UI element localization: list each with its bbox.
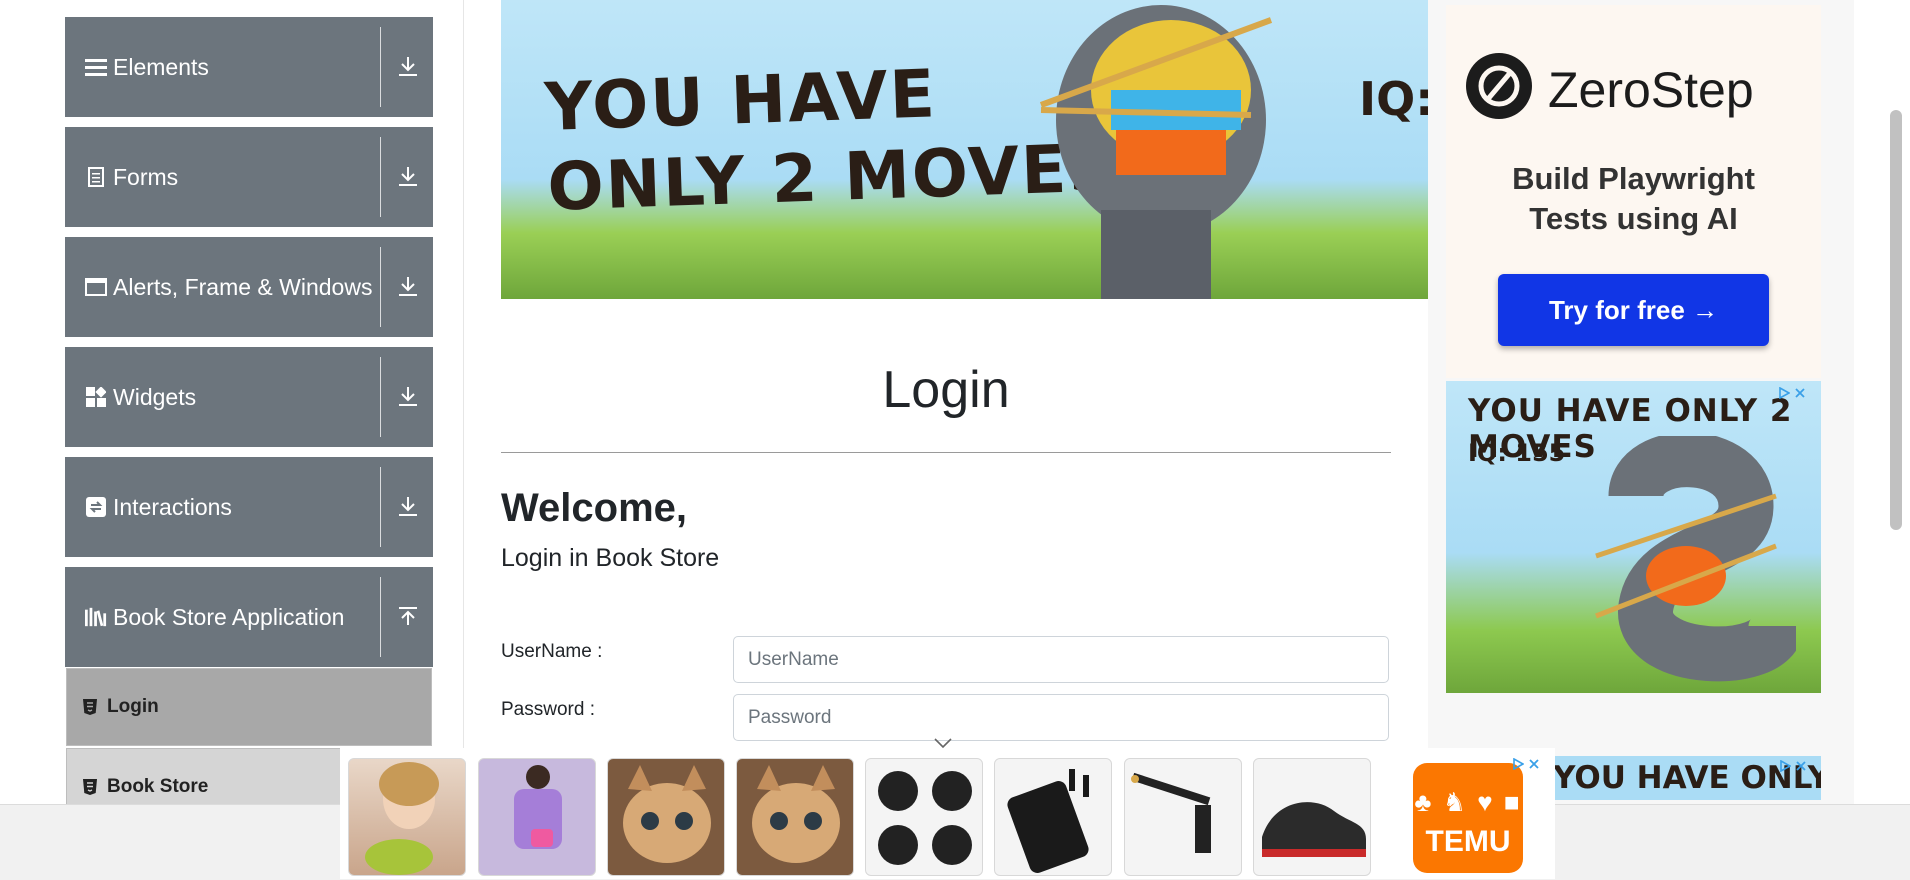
zerostep-tagline: Build Playwright Tests using AI — [1512, 161, 1755, 236]
sidebar-group-label: Alerts, Frame & Windows — [113, 274, 373, 300]
password-input[interactable] — [733, 694, 1389, 741]
divider — [501, 452, 1391, 453]
sidebar-group-label: Widgets — [113, 384, 197, 410]
sidebar-group-label: Book Store Application — [113, 604, 345, 630]
sidebar-group-label: Forms — [113, 164, 179, 190]
ad-choices-icon[interactable] — [1779, 758, 1809, 774]
password-label: Password : — [501, 699, 595, 720]
window-icon — [85, 276, 107, 298]
game-ad[interactable]: YOU HAVE ONLY 2 MOVES IQ: 155 — [1446, 381, 1821, 693]
download-arrow-icon[interactable] — [393, 272, 423, 302]
username-input[interactable] — [733, 636, 1389, 683]
divider — [380, 247, 381, 327]
divider — [380, 137, 381, 217]
product-thumbnail[interactable] — [736, 758, 854, 876]
temu-brand: TEMU — [1425, 825, 1511, 858]
sidebar-group-interactions[interactable]: Interactions — [65, 457, 433, 557]
zerostep-logo-icon — [1466, 53, 1532, 119]
sidebar-item-label: Book Store — [107, 776, 209, 797]
divider — [380, 467, 381, 547]
zerostep-ad[interactable]: ZeroStep Build Playwright Tests using AI… — [1446, 5, 1821, 378]
divider — [380, 577, 381, 657]
html5-icon — [83, 779, 97, 795]
temu-logo-icon: ♣ ♞ ♥ ■ — [1414, 787, 1522, 817]
banner-ad-illustration — [1039, 5, 1273, 299]
sidebar-item-label: Login — [107, 696, 159, 717]
page-scrollbar[interactable] — [1890, 110, 1902, 530]
document-icon — [85, 166, 107, 188]
welcome-subtitle: Login in Book Store — [501, 544, 720, 572]
banner-ad-iq: IQ: — [1359, 72, 1428, 126]
product-thumbnail[interactable] — [994, 758, 1112, 876]
ad-choices-icon[interactable] — [1512, 756, 1542, 772]
sidebar-group-forms[interactable]: Forms — [65, 127, 433, 227]
product-thumbnail[interactable] — [348, 758, 466, 876]
temu-ad[interactable]: ♣ ♞ ♥ ■ TEMU — [1413, 763, 1523, 873]
widgets-icon — [85, 386, 107, 408]
download-arrow-icon[interactable] — [393, 382, 423, 412]
welcome-heading: Welcome, — [501, 486, 687, 530]
sidebar-group-elements[interactable]: Elements — [65, 17, 433, 117]
html5-icon — [83, 699, 97, 715]
banner-ad[interactable]: YOU HAVE ONLY 2 MOVES IQ: — [501, 0, 1428, 299]
interactions-icon — [85, 496, 107, 518]
sidebar-group-book-store-application[interactable]: Book Store Application — [65, 567, 433, 667]
sidebar-group-label: Elements — [113, 54, 209, 80]
library-icon — [85, 606, 107, 628]
product-thumbnail[interactable] — [1253, 758, 1371, 876]
ad-choices-icon[interactable] — [1778, 385, 1808, 401]
zerostep-brand: ZeroStep — [1548, 62, 1754, 118]
divider — [380, 357, 381, 437]
download-arrow-icon[interactable] — [393, 52, 423, 82]
download-arrow-icon[interactable] — [393, 162, 423, 192]
sidebar-group-widgets[interactable]: Widgets — [65, 347, 433, 447]
username-label: UserName : — [501, 641, 603, 662]
game-ad-secondary[interactable]: YOU HAVE ONLY 2 MOVES — [1553, 756, 1821, 800]
sidebar-item-login[interactable]: Login — [66, 668, 432, 746]
product-thumbnail[interactable] — [478, 758, 596, 876]
sidebar-group-label: Interactions — [113, 494, 232, 520]
chevron-down-icon[interactable] — [934, 737, 952, 749]
product-thumbnail[interactable] — [865, 758, 983, 876]
product-thumbnail[interactable] — [607, 758, 725, 876]
download-arrow-icon[interactable] — [393, 492, 423, 522]
upload-arrow-icon[interactable] — [393, 602, 423, 632]
page-title: Login — [882, 361, 1010, 419]
divider — [380, 27, 381, 107]
try-for-free-button[interactable]: Try for free → — [1498, 274, 1769, 346]
game-ad-iq: IQ: 155 — [1468, 439, 1566, 467]
game-ad-illustration — [1595, 436, 1796, 682]
product-thumbnail[interactable] — [1124, 758, 1242, 876]
sidebar-group-alerts[interactable]: Alerts, Frame & Windows — [65, 237, 433, 337]
hamburger-icon — [85, 56, 107, 78]
